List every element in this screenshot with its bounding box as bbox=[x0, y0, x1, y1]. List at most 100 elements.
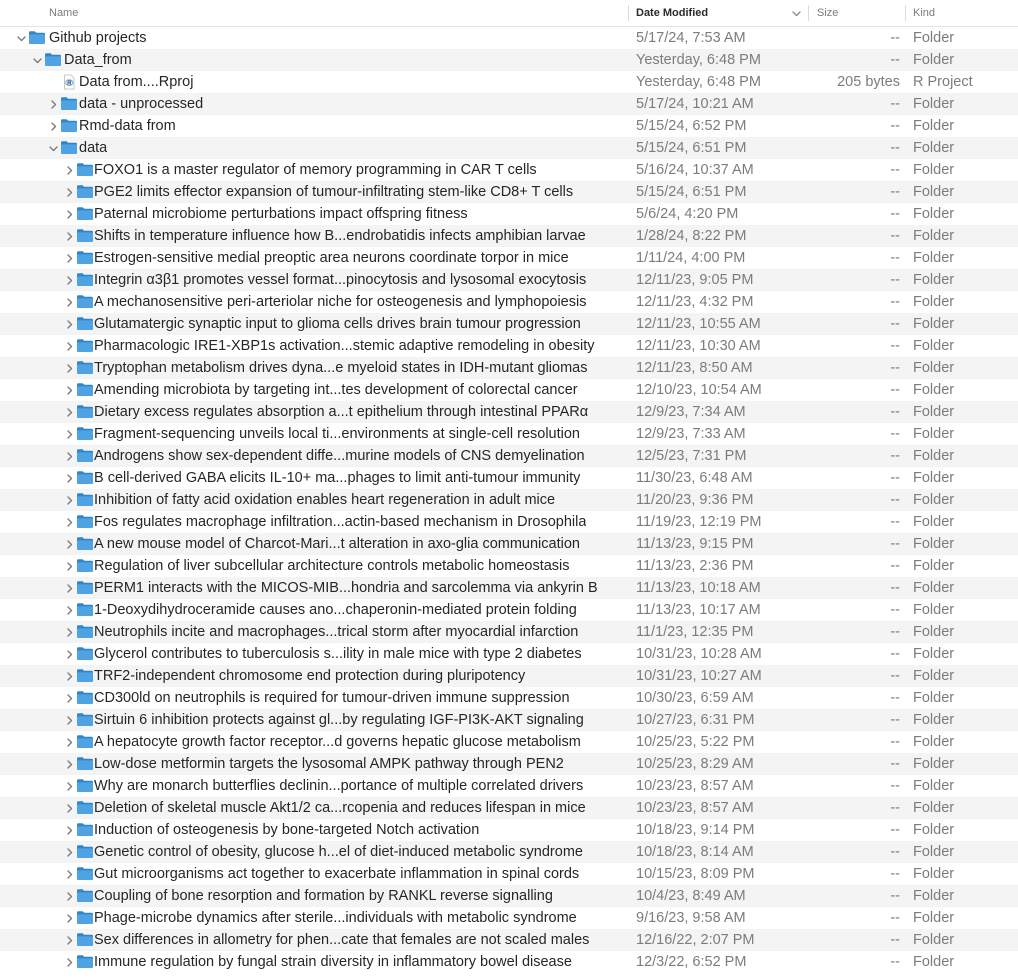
file-row[interactable]: Fragment-sequencing unveils local ti...e… bbox=[0, 423, 1018, 445]
disclosure-collapsed-icon[interactable] bbox=[64, 401, 74, 423]
disclosure-collapsed-icon[interactable] bbox=[64, 775, 74, 797]
disclosure-collapsed-icon[interactable] bbox=[64, 819, 74, 841]
file-row[interactable]: Amending microbiota by targeting int...t… bbox=[0, 379, 1018, 401]
column-header-kind[interactable]: Kind bbox=[913, 0, 935, 26]
item-name: Phage-microbe dynamics after sterile...i… bbox=[94, 910, 577, 926]
disclosure-collapsed-icon[interactable] bbox=[64, 511, 74, 533]
disclosure-collapsed-icon[interactable] bbox=[64, 423, 74, 445]
disclosure-collapsed-icon[interactable] bbox=[64, 533, 74, 555]
file-row[interactable]: Fos regulates macrophage infiltration...… bbox=[0, 511, 1018, 533]
folder-icon bbox=[76, 756, 94, 771]
disclosure-collapsed-icon[interactable] bbox=[64, 929, 74, 951]
disclosure-collapsed-icon[interactable] bbox=[64, 885, 74, 907]
file-row[interactable]: Androgens show sex-dependent diffe...mur… bbox=[0, 445, 1018, 467]
column-header-name[interactable]: Name bbox=[49, 0, 78, 26]
file-row[interactable]: Tryptophan metabolism drives dyna...e my… bbox=[0, 357, 1018, 379]
file-row[interactable]: Neutrophils incite and macrophages...tri… bbox=[0, 621, 1018, 643]
disclosure-collapsed-icon[interactable] bbox=[64, 709, 74, 731]
file-row[interactable]: Low-dose metformin targets the lysosomal… bbox=[0, 753, 1018, 775]
disclosure-collapsed-icon[interactable] bbox=[64, 335, 74, 357]
file-row[interactable]: B cell-derived GABA elicits IL-10+ ma...… bbox=[0, 467, 1018, 489]
disclosure-collapsed-icon[interactable] bbox=[64, 577, 74, 599]
disclosure-collapsed-icon[interactable] bbox=[64, 379, 74, 401]
disclosure-collapsed-icon[interactable] bbox=[64, 467, 74, 489]
file-row[interactable]: Why are monarch butterflies declinin...p… bbox=[0, 775, 1018, 797]
disclosure-expanded-icon[interactable] bbox=[32, 49, 42, 71]
file-row[interactable]: FOXO1 is a master regulator of memory pr… bbox=[0, 159, 1018, 181]
file-row[interactable]: A mechanosensitive peri-arteriolar niche… bbox=[0, 291, 1018, 313]
file-row[interactable]: PGE2 limits effector expansion of tumour… bbox=[0, 181, 1018, 203]
disclosure-collapsed-icon[interactable] bbox=[64, 797, 74, 819]
file-row[interactable]: Regulation of liver subcellular architec… bbox=[0, 555, 1018, 577]
date-modified: 10/15/23, 8:09 PM bbox=[636, 866, 755, 882]
disclosure-collapsed-icon[interactable] bbox=[64, 951, 74, 973]
item-name: Estrogen-sensitive medial preoptic area … bbox=[94, 250, 569, 266]
file-row[interactable]: Paternal microbiome perturbations impact… bbox=[0, 203, 1018, 225]
file-row[interactable]: Coupling of bone resorption and formatio… bbox=[0, 885, 1018, 907]
file-row[interactable]: Induction of osteogenesis by bone-target… bbox=[0, 819, 1018, 841]
disclosure-collapsed-icon[interactable] bbox=[64, 621, 74, 643]
file-row[interactable]: Glycerol contributes to tuberculosis s..… bbox=[0, 643, 1018, 665]
file-row[interactable]: TRF2-independent chromosome end protecti… bbox=[0, 665, 1018, 687]
disclosure-collapsed-icon[interactable] bbox=[64, 555, 74, 577]
disclosure-collapsed-icon[interactable] bbox=[48, 93, 58, 115]
disclosure-collapsed-icon[interactable] bbox=[64, 225, 74, 247]
disclosure-collapsed-icon[interactable] bbox=[64, 181, 74, 203]
disclosure-expanded-icon[interactable] bbox=[16, 27, 26, 49]
column-header-date-modified[interactable]: Date Modified bbox=[636, 0, 708, 26]
disclosure-collapsed-icon[interactable] bbox=[64, 269, 74, 291]
disclosure-collapsed-icon[interactable] bbox=[48, 115, 58, 137]
file-row[interactable]: Data from....Rproj Yesterday, 6:48 PM 205 … bbox=[0, 71, 1018, 93]
file-row[interactable]: data - unprocessed 5/17/24, 10:21 AM -- Fol… bbox=[0, 93, 1018, 115]
file-row[interactable]: Inhibition of fatty acid oxidation enabl… bbox=[0, 489, 1018, 511]
file-row[interactable]: data 5/15/24, 6:51 PM -- Folder bbox=[0, 137, 1018, 159]
size-value: -- bbox=[890, 360, 900, 376]
size-value: -- bbox=[890, 712, 900, 728]
disclosure-collapsed-icon[interactable] bbox=[64, 643, 74, 665]
file-row[interactable]: A new mouse model of Charcot-Mari...t al… bbox=[0, 533, 1018, 555]
disclosure-collapsed-icon[interactable] bbox=[64, 489, 74, 511]
disclosure-collapsed-icon[interactable] bbox=[64, 863, 74, 885]
file-row[interactable]: 1-Deoxydihydroceramide causes ano...chap… bbox=[0, 599, 1018, 621]
file-row[interactable]: PERM1 interacts with the MICOS-MIB...hon… bbox=[0, 577, 1018, 599]
file-row[interactable]: CD300ld on neutrophils is required for t… bbox=[0, 687, 1018, 709]
disclosure-collapsed-icon[interactable] bbox=[64, 203, 74, 225]
file-row[interactable]: Data_from Yesterday, 6:48 PM -- Folder bbox=[0, 49, 1018, 71]
file-row[interactable]: Estrogen-sensitive medial preoptic area … bbox=[0, 247, 1018, 269]
column-divider[interactable] bbox=[905, 5, 906, 21]
folder-icon bbox=[76, 712, 94, 727]
column-divider[interactable] bbox=[808, 5, 809, 21]
sort-descending-chevron-icon[interactable] bbox=[792, 9, 801, 18]
file-row[interactable]: Sex differences in allometry for phen...… bbox=[0, 929, 1018, 951]
file-row[interactable]: Deletion of skeletal muscle Akt1/2 ca...… bbox=[0, 797, 1018, 819]
file-row[interactable]: A hepatocyte growth factor receptor...d … bbox=[0, 731, 1018, 753]
disclosure-collapsed-icon[interactable] bbox=[64, 731, 74, 753]
file-row[interactable]: Glutamatergic synaptic input to glioma c… bbox=[0, 313, 1018, 335]
disclosure-collapsed-icon[interactable] bbox=[64, 159, 74, 181]
disclosure-expanded-icon[interactable] bbox=[48, 137, 58, 159]
file-row[interactable]: Shifts in temperature influence how B...… bbox=[0, 225, 1018, 247]
disclosure-collapsed-icon[interactable] bbox=[64, 665, 74, 687]
file-row[interactable]: Genetic control of obesity, glucose h...… bbox=[0, 841, 1018, 863]
disclosure-collapsed-icon[interactable] bbox=[64, 907, 74, 929]
file-row[interactable]: Pharmacologic IRE1-XBP1s activation...st… bbox=[0, 335, 1018, 357]
file-row[interactable]: Gut microorganisms act together to exace… bbox=[0, 863, 1018, 885]
file-row[interactable]: Sirtuin 6 inhibition protects against gl… bbox=[0, 709, 1018, 731]
disclosure-collapsed-icon[interactable] bbox=[64, 687, 74, 709]
file-row[interactable]: Immune regulation by fungal strain diver… bbox=[0, 951, 1018, 973]
file-row[interactable]: Integrin α3β1 promotes vessel format...p… bbox=[0, 269, 1018, 291]
disclosure-collapsed-icon[interactable] bbox=[64, 313, 74, 335]
disclosure-collapsed-icon[interactable] bbox=[64, 247, 74, 269]
disclosure-collapsed-icon[interactable] bbox=[64, 841, 74, 863]
column-header-size[interactable]: Size bbox=[817, 0, 838, 26]
disclosure-collapsed-icon[interactable] bbox=[64, 291, 74, 313]
file-row[interactable]: Rmd-data from 5/15/24, 6:52 PM -- Folder bbox=[0, 115, 1018, 137]
file-row[interactable]: Phage-microbe dynamics after sterile...i… bbox=[0, 907, 1018, 929]
disclosure-collapsed-icon[interactable] bbox=[64, 357, 74, 379]
file-row[interactable]: Github projects 5/17/24, 7:53 AM -- Folder bbox=[0, 27, 1018, 49]
file-row[interactable]: Dietary excess regulates absorption a...… bbox=[0, 401, 1018, 423]
disclosure-collapsed-icon[interactable] bbox=[64, 599, 74, 621]
disclosure-collapsed-icon[interactable] bbox=[64, 445, 74, 467]
column-divider[interactable] bbox=[628, 5, 629, 21]
disclosure-collapsed-icon[interactable] bbox=[64, 753, 74, 775]
